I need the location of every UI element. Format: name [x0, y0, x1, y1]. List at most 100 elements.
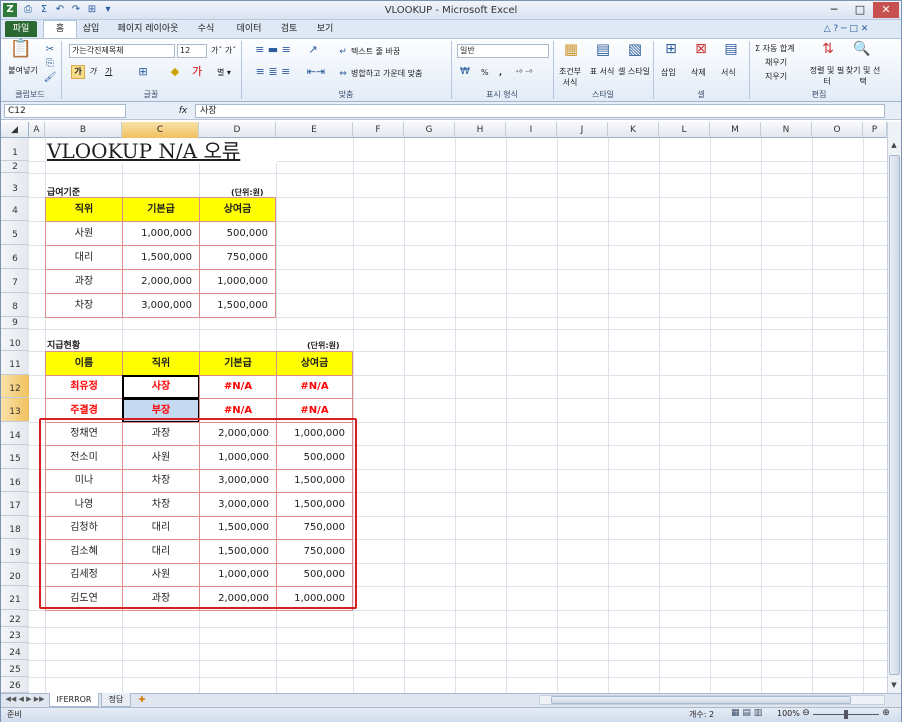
table1-cell[interactable]: 과장 — [45, 269, 123, 294]
table2-cell-error[interactable]: #N/A — [276, 375, 353, 399]
insert-cells-icon[interactable]: ⊞ — [661, 42, 681, 56]
row-header[interactable]: 6 — [1, 245, 29, 269]
row-header[interactable]: 22 — [1, 610, 29, 627]
minimize-button[interactable]: ─ — [821, 2, 847, 18]
format-cells-button[interactable]: 서식 — [721, 67, 736, 78]
tab-formulas[interactable]: 수식 — [191, 20, 221, 38]
table2-header-cell[interactable]: 이름 — [45, 351, 123, 376]
row-header[interactable]: 18 — [1, 516, 29, 539]
percent-button[interactable]: % — [481, 67, 489, 78]
clear-button[interactable]: 지우기 — [765, 71, 787, 82]
column-header[interactable]: I — [506, 122, 557, 138]
vertical-align-icons[interactable]: ≡ ▬ ≡ — [249, 43, 297, 57]
comma-button[interactable]: , — [499, 67, 502, 78]
row-header[interactable]: 16 — [1, 469, 29, 492]
row-header[interactable]: 21 — [1, 586, 29, 610]
row-header[interactable]: 17 — [1, 492, 29, 516]
table1-cell[interactable]: 1,000,000 — [122, 221, 200, 246]
paste-button[interactable]: 붙여넣기 — [4, 65, 42, 76]
table2-header-cell[interactable]: 기본급 — [199, 351, 277, 376]
table1-cell[interactable]: 750,000 — [199, 245, 276, 270]
active-cell[interactable]: 사장 — [122, 375, 200, 399]
insert-cells-button[interactable]: 삽입 — [661, 67, 676, 78]
currency-icon[interactable]: ₩ — [457, 65, 473, 79]
table1-cell[interactable]: 2,000,000 — [122, 269, 200, 294]
sheet-tab-iferror[interactable]: IFERROR — [49, 693, 99, 707]
wrap-text-icon[interactable]: ↵ — [337, 45, 349, 59]
column-header[interactable]: D — [199, 122, 276, 138]
sort-filter-button[interactable]: 정렬 및 필터 — [809, 65, 845, 87]
fill-button[interactable]: 채우기 — [765, 57, 787, 68]
row-header[interactable]: 4 — [1, 197, 29, 221]
zoom-out-icon[interactable]: ⊖ — [801, 708, 811, 718]
column-header[interactable]: F — [353, 122, 404, 138]
underline-button[interactable]: 가 — [105, 66, 112, 77]
insert-function-icon[interactable]: fx — [176, 104, 190, 118]
format-painter-icon[interactable]: 🖌 — [43, 71, 57, 85]
table1-cell[interactable]: 차장 — [45, 293, 123, 318]
borders-quick-icon[interactable]: ⊞ — [85, 3, 99, 17]
fill-color-icon[interactable]: ◆ — [167, 65, 183, 79]
view-mode-icons[interactable]: ▦ ▤ ▥ — [731, 708, 775, 718]
row-header[interactable]: 14 — [1, 422, 29, 445]
sort-filter-icon[interactable]: ⇅ — [817, 42, 839, 56]
close-button[interactable]: ✕ — [873, 2, 899, 18]
tab-insert[interactable]: 삽입 — [77, 20, 105, 38]
merge-icon[interactable]: ⇔ — [337, 67, 349, 81]
name-box[interactable]: C12 — [4, 104, 126, 118]
italic-button[interactable]: 가 — [89, 66, 96, 77]
column-header[interactable]: K — [608, 122, 659, 138]
border-icon[interactable]: ⊞ — [135, 65, 151, 79]
autosum-quick-icon[interactable]: Σ — [37, 3, 51, 17]
table1-cell[interactable]: 1,500,000 — [122, 245, 200, 270]
row-header-selected[interactable]: 13 — [1, 398, 29, 422]
table1-cell[interactable]: 대리 — [45, 245, 123, 270]
row-header[interactable]: 7 — [1, 269, 29, 293]
column-header[interactable]: E — [276, 122, 353, 138]
table1-header-cell[interactable]: 직위 — [45, 197, 123, 222]
row-header[interactable]: 8 — [1, 293, 29, 317]
tab-file[interactable]: 파일 — [5, 21, 37, 37]
customize-qat-icon[interactable]: ▾ — [101, 3, 115, 17]
column-header[interactable]: O — [812, 122, 863, 138]
zoom-level[interactable]: 100% — [777, 709, 800, 718]
row-header[interactable]: 3 — [1, 173, 29, 197]
find-select-button[interactable]: 찾기 및 선택 — [845, 65, 881, 87]
tab-home[interactable]: 홈 — [43, 20, 77, 38]
row-header[interactable]: 10 — [1, 329, 29, 351]
column-header[interactable]: N — [761, 122, 812, 138]
column-header[interactable]: M — [710, 122, 761, 138]
sheet-tab-answer[interactable]: 정답 — [101, 693, 131, 707]
orientation-icon[interactable]: ↗ — [301, 43, 325, 57]
font-color-icon[interactable]: 가 — [189, 65, 205, 79]
column-header[interactable]: J — [557, 122, 608, 138]
column-header[interactable]: A — [29, 122, 45, 138]
redo-icon[interactable]: ↷ — [69, 3, 83, 17]
row-header[interactable]: 2 — [1, 161, 29, 173]
merge-center-button[interactable]: 병합하고 가운데 맞춤 — [351, 68, 422, 79]
horizontal-align-icons[interactable]: ≡ ≣ ≡ — [249, 65, 297, 79]
table1-cell[interactable]: 1,500,000 — [199, 293, 276, 318]
select-all-corner[interactable]: ◢ — [1, 122, 29, 138]
table2-header-cell[interactable]: 상여금 — [276, 351, 353, 376]
row-header[interactable]: 26 — [1, 677, 29, 693]
number-format-combo[interactable]: 일반 — [457, 44, 549, 58]
column-header-selected[interactable]: C — [122, 122, 199, 138]
table1-cell[interactable]: 500,000 — [199, 221, 276, 246]
conditional-format-button[interactable]: 조건부 서식 — [555, 66, 585, 88]
table2-header-cell[interactable]: 직위 — [122, 351, 200, 376]
phonetic-icon[interactable]: 별 ▾ — [217, 67, 231, 78]
cell-style-button[interactable]: 셀 스타일 — [617, 66, 651, 77]
grow-font-icon[interactable]: 가ˆ 가ˇ — [211, 45, 236, 56]
zoom-slider-thumb[interactable] — [844, 710, 848, 719]
cut-icon[interactable]: ✂ — [43, 43, 57, 57]
row-header[interactable]: 1 — [1, 138, 29, 161]
table1-cell[interactable]: 3,000,000 — [122, 293, 200, 318]
row-header[interactable]: 9 — [1, 317, 29, 329]
row-header[interactable]: 19 — [1, 539, 29, 563]
cell-style-icon[interactable]: ▧ — [623, 42, 647, 57]
tab-review[interactable]: 검토 — [275, 20, 303, 38]
conditional-format-icon[interactable]: ▦ — [559, 42, 583, 57]
row-header[interactable]: 15 — [1, 445, 29, 469]
bold-button[interactable]: 가 — [71, 65, 85, 79]
